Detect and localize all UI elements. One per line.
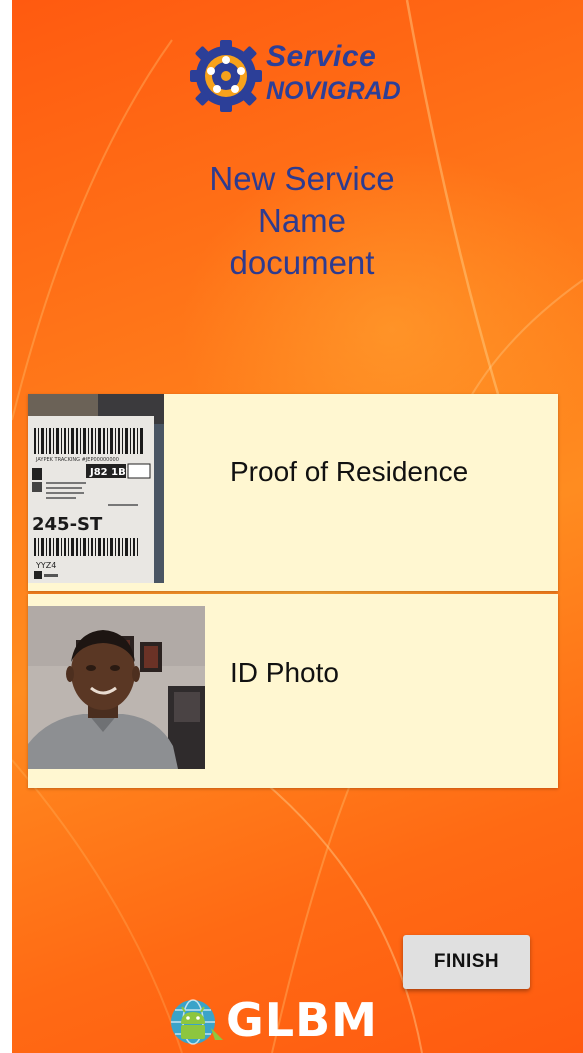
page-title-line3: document bbox=[229, 244, 375, 281]
svg-text:245-ST: 245-ST bbox=[32, 514, 103, 535]
app-screen: Service NOVIGRAD New Service Name docume… bbox=[12, 0, 583, 1053]
gear-cluster-icon bbox=[190, 40, 262, 112]
page-title: New Service Name document bbox=[142, 158, 462, 284]
document-item-id-photo[interactable]: ID Photo bbox=[28, 594, 558, 788]
finish-button[interactable]: FINISH bbox=[403, 935, 530, 989]
logo-brand-line2: NOVIGRAD bbox=[266, 77, 401, 105]
svg-text:J82 1B7: J82 1B7 bbox=[89, 467, 133, 478]
glbm-footer-logo: GLBM bbox=[167, 993, 377, 1049]
svg-text:YYZ4: YYZ4 bbox=[35, 561, 56, 570]
service-novigrad-logo: Service NOVIGRAD bbox=[187, 38, 427, 114]
proof-of-residence-thumbnail[interactable]: JAYPEK TRACKING #JEP00000000 J82 1B7 245… bbox=[28, 394, 164, 583]
footer-brand-text: GLBM bbox=[226, 993, 378, 1047]
page-title-line2: Name bbox=[257, 202, 347, 239]
proof-of-residence-label: Proof of Residence bbox=[230, 456, 469, 487]
id-photo-label: ID Photo bbox=[230, 657, 339, 688]
document-list: JAYPEK TRACKING #JEP00000000 J82 1B7 245… bbox=[28, 394, 558, 788]
page-title-line1: New Service bbox=[209, 160, 395, 197]
logo-brand-line1: Service bbox=[266, 40, 377, 73]
android-globe-icon bbox=[171, 999, 223, 1045]
shipping-label-image: JAYPEK TRACKING #JEP00000000 J82 1B7 245… bbox=[28, 394, 164, 583]
document-item-proof-of-residence[interactable]: JAYPEK TRACKING #JEP00000000 J82 1B7 245… bbox=[28, 394, 558, 591]
id-photo-thumbnail[interactable] bbox=[28, 606, 205, 769]
selfie-image bbox=[28, 606, 205, 769]
svg-text:JAYPEK TRACKING #JEP00000000: JAYPEK TRACKING #JEP00000000 bbox=[35, 457, 119, 463]
